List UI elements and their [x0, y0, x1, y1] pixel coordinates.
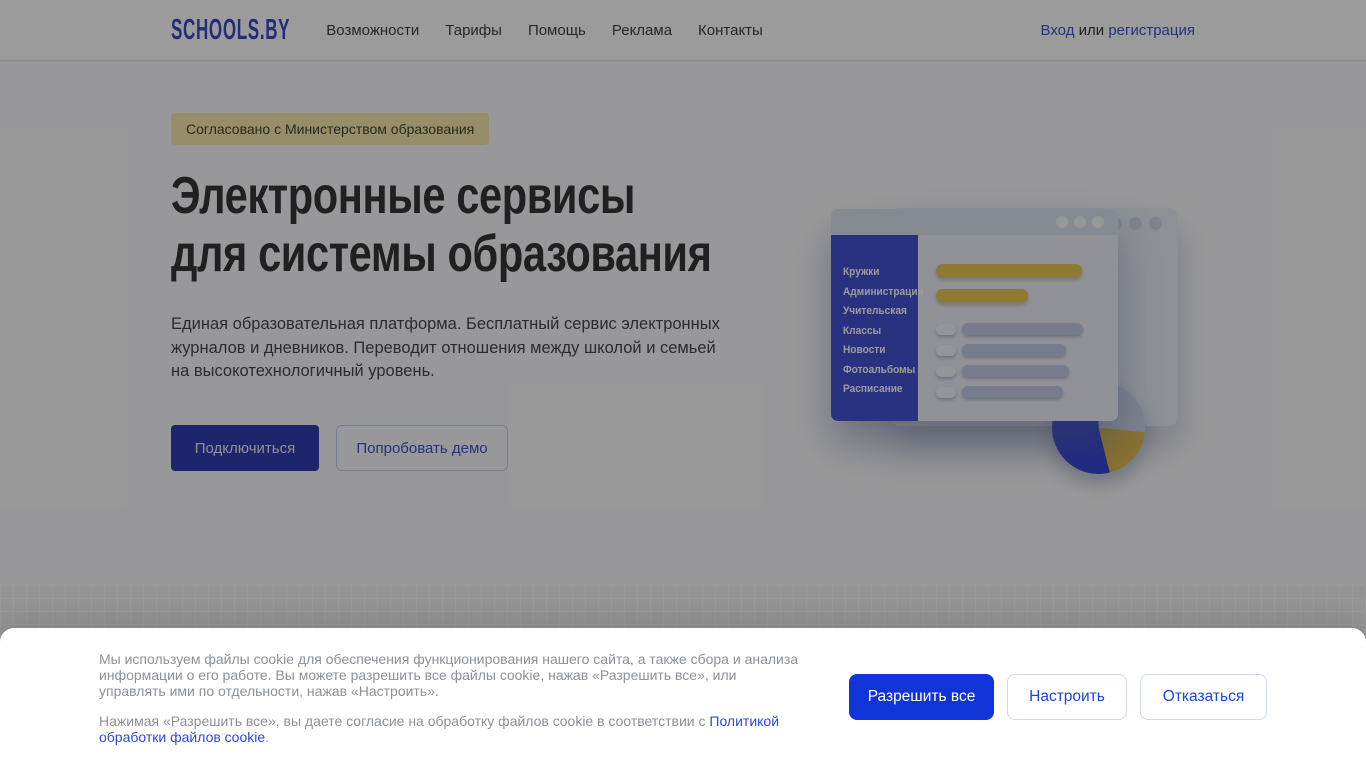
- cookie-paragraph-1: Мы используем файлы cookie для обеспечен…: [99, 651, 799, 699]
- cookie-paragraph-2-period: .: [265, 729, 270, 745]
- allow-all-cookies-button[interactable]: Разрешить все: [849, 674, 994, 720]
- cookie-text: Мы используем файлы cookie для обеспечен…: [99, 651, 805, 745]
- decline-cookies-button[interactable]: Отказаться: [1140, 674, 1267, 720]
- cookie-consent-banner: Мы используем файлы cookie для обеспечен…: [0, 628, 1366, 768]
- cookie-paragraph-2: Нажимая «Разрешить все», вы даете соглас…: [99, 713, 805, 745]
- configure-cookies-button[interactable]: Настроить: [1007, 674, 1127, 720]
- cookie-paragraph-2-text: Нажимая «Разрешить все», вы даете соглас…: [99, 713, 710, 729]
- cookie-buttons: Разрешить все Настроить Отказаться: [849, 674, 1267, 720]
